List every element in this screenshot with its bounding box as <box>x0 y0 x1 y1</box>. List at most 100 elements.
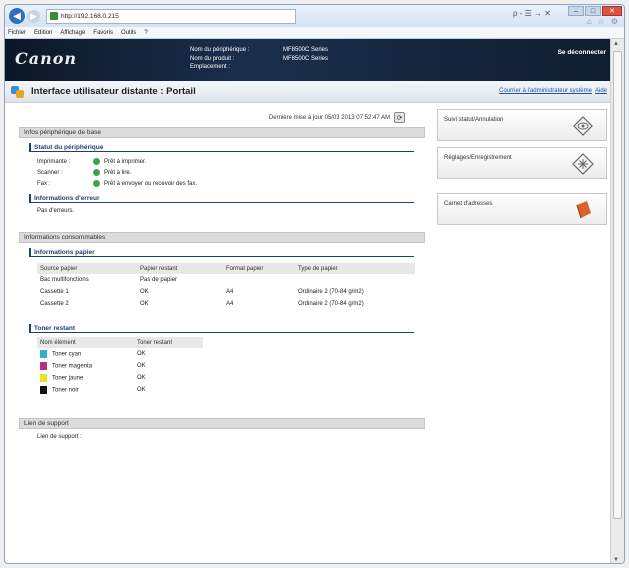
device-name-label: Nom du périphérique : <box>190 47 250 53</box>
paper-cell: Ordinaire 2 (70-84 g/m2) <box>298 301 364 307</box>
browser-toolbar: ◀ ▶ http://192.168.0.215 ρ - ☰ → ✕ – □ ✕… <box>5 5 624 27</box>
toner-color-swatch <box>40 362 47 370</box>
product-name-label: Nom du produit : <box>190 55 235 62</box>
vertical-scrollbar[interactable]: ▲ ▼ <box>610 39 624 563</box>
toner-table: Nom élément Toner restant Toner cyan OK Tone… <box>37 337 203 396</box>
toner-name: Toner jaune <box>52 375 84 382</box>
settings-icon <box>572 153 594 175</box>
minimize-icon[interactable]: – <box>568 6 584 16</box>
status-ok-icon <box>93 158 100 165</box>
refresh-icon[interactable]: ⟳ <box>394 112 405 123</box>
brand-logo: Canon <box>15 49 78 68</box>
portal-icon <box>11 85 25 98</box>
toner-column-header: Toner restant <box>134 337 203 348</box>
subsection-device-status: Statut du périphérique <box>29 143 414 152</box>
menu-item[interactable]: Affichage <box>60 30 85 36</box>
search-refresh-icons[interactable]: ρ - ☰ → ✕ <box>513 9 551 18</box>
address-book-icon <box>572 199 594 221</box>
home-icon[interactable]: ⌂ <box>587 17 592 26</box>
favorites-icon[interactable]: ☆ <box>598 17 605 26</box>
status-value: Prêt à envoyer ou recevoir des fax. <box>104 180 198 187</box>
toner-status: OK <box>137 387 146 393</box>
menu-bar: Fichier Edition Affichage Favoris Outils? <box>5 27 624 39</box>
paper-cell: Pas de papier <box>140 277 178 283</box>
logout-link[interactable]: Se déconnecter <box>558 49 606 56</box>
menu-item[interactable]: Fichier <box>8 30 26 36</box>
side-menu-button[interactable]: Suivi statut/Annulation <box>437 109 607 141</box>
toner-name-cell: Toner jaune <box>37 372 134 384</box>
support-link-label: Lien de support : <box>37 434 82 440</box>
toner-name-cell: Toner cyan <box>37 348 134 360</box>
paper-row: Bac multifonctions Pas de papier <box>37 274 415 286</box>
paper-cell: OK <box>140 301 149 307</box>
side-menu-button[interactable]: Réglages/Enregistrement <box>437 147 607 179</box>
last-update-row: Dernière mise à jour 05/03 2013 07 52:47… <box>19 105 425 127</box>
header-links: Courrier à l'administrateur système Aide <box>499 88 607 94</box>
subsection-toner: Toner restant <box>29 324 414 333</box>
paper-cell: OK <box>140 289 149 295</box>
scroll-thumb[interactable] <box>613 51 622 519</box>
status-label: Imprimante : <box>37 158 71 165</box>
status-list: Imprimante : Prêt à imprimer. Scanner : Prê… <box>19 156 425 189</box>
paper-row: Cassette 2 OK A4 Ordinaire 2 (70-84 g/m2) <box>37 298 415 310</box>
tools-gear-icon[interactable]: ⚙ <box>611 17 618 26</box>
toner-name: Toner cyan <box>52 351 82 358</box>
toner-row: Toner noir OK <box>37 384 203 396</box>
page-header: Interface utilisateur distante : Portail… <box>5 81 610 103</box>
section-basic-info: Infos périphérique de base <box>19 127 425 138</box>
subsection-paper-info: Informations papier <box>29 248 414 257</box>
right-menu: Suivi statut/Annulation Réglages/Enregist… <box>437 109 607 231</box>
paper-table: Source papier Papier restant Format papier… <box>37 263 415 310</box>
toner-color-swatch <box>40 374 47 382</box>
address-bar[interactable]: http://192.168.0.215 <box>46 8 296 24</box>
side-menu-label: Suivi statut/Annulation <box>444 117 504 123</box>
toner-name-cell: Toner magenta <box>37 360 134 372</box>
side-menu-label: Carnet d'adresses <box>444 201 493 207</box>
paper-column-header: Source papier <box>37 263 137 274</box>
toner-row: Toner magenta OK <box>37 360 203 372</box>
address-tools[interactable]: ρ - ☰ → ✕ <box>513 9 551 18</box>
browser-window: ◀ ▶ http://192.168.0.215 ρ - ☰ → ✕ – □ ✕… <box>4 4 625 564</box>
section-consumables: Informations consommables <box>19 232 425 243</box>
status-value: Prêt à imprimer. <box>104 158 147 165</box>
toner-status: OK <box>137 363 146 369</box>
monitor-icon <box>572 115 594 137</box>
last-update-text: Dernière mise à jour 05/03 2013 07 52:47… <box>268 114 390 121</box>
help-link[interactable]: Aide <box>595 88 607 94</box>
toner-color-swatch <box>40 386 47 394</box>
page-content: Canon Nom du périphérique : MF8500C Serie… <box>5 39 610 563</box>
status-label: Fax : <box>37 180 51 187</box>
window-controls: – □ ✕ <box>568 6 622 16</box>
address-url: http://192.168.0.215 <box>61 12 119 20</box>
toner-status: OK <box>137 351 146 357</box>
paper-cell: Cassette 1 <box>40 289 69 295</box>
paper-cell <box>295 274 415 286</box>
scroll-down-icon[interactable]: ▼ <box>613 557 619 563</box>
toner-status: OK <box>137 375 146 381</box>
menu-item[interactable]: Outils <box>121 30 136 36</box>
device-banner: Canon Nom du périphérique : MF8500C Serie… <box>5 39 610 81</box>
menu-item[interactable]: Edition <box>34 30 52 36</box>
device-info: Nom du périphérique : MF8500C Series Nom … <box>190 46 328 72</box>
paper-cell: A4 <box>226 289 234 295</box>
contact-admin-link[interactable]: Courrier à l'administrateur système <box>499 88 592 94</box>
maximize-icon[interactable]: □ <box>585 6 601 16</box>
section-support: Lien de support <box>19 418 425 429</box>
forward-icon[interactable]: ▶ <box>27 9 40 23</box>
paper-cell: A4 <box>226 301 234 307</box>
menu-item[interactable]: Favoris <box>93 30 113 36</box>
paper-cell: Bac multifonctions <box>40 277 89 283</box>
side-menu-button[interactable]: Carnet d'adresses <box>437 193 607 225</box>
toner-color-swatch <box>40 350 47 358</box>
menu-item[interactable]: ? <box>144 30 147 36</box>
toner-header-row: Nom élément Toner restant <box>37 337 203 348</box>
status-ok-icon <box>93 169 100 176</box>
page-title: Interface utilisateur distante : Portail <box>31 86 196 97</box>
device-name-value: MF8500C Series <box>283 47 329 53</box>
paper-row: Cassette 1 OK A4 Ordinaire 2 (70-84 g/m2) <box>37 286 415 298</box>
close-icon[interactable]: ✕ <box>602 6 622 16</box>
status-row: Scanner : Prêt à lire. <box>37 167 425 178</box>
scroll-up-icon[interactable]: ▲ <box>613 41 619 47</box>
back-icon[interactable]: ◀ <box>9 8 25 24</box>
subsection-error-info: Informations d'erreur <box>29 194 414 203</box>
